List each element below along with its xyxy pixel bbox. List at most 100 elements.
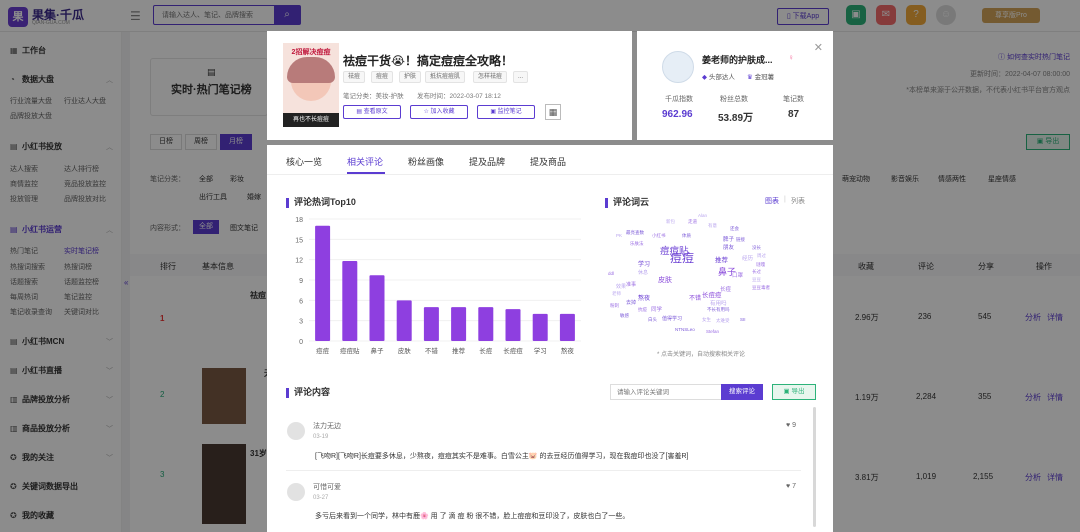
wordcloud-word[interactable]: 老师 — [612, 291, 621, 297]
note-thumbnail[interactable]: 2招解决痘痘 再也不长痘痘 — [283, 43, 339, 127]
view-original-button[interactable]: ▤ 查看原文 — [343, 105, 401, 119]
tab-comments[interactable]: 相关评论 — [347, 155, 383, 168]
author-avatar[interactable] — [662, 51, 694, 83]
add-favorite-button[interactable]: ☆ 加入收藏 — [410, 105, 468, 119]
comment-search-input[interactable] — [610, 384, 722, 400]
comment-search-button[interactable]: 搜索评论 — [721, 384, 763, 400]
tab-divider — [267, 174, 833, 175]
wordcloud-title-label: 评论词云 — [613, 197, 650, 207]
chart-bar — [505, 309, 521, 341]
wordcloud-word[interactable]: SII — [740, 317, 746, 322]
note-tag[interactable]: 痘痘 — [371, 71, 394, 83]
note-tag-more[interactable]: ... — [513, 71, 529, 83]
stat-label: 粉丝总数 — [720, 96, 748, 103]
wordcloud-word[interactable]: 效果 — [616, 283, 626, 290]
wordcloud-word[interactable]: 乐肤法 — [630, 241, 644, 247]
y-tick-label: 12 — [295, 258, 303, 265]
comment-avatar — [287, 483, 305, 501]
wordcloud-word[interactable]: 最亮查数 — [626, 230, 644, 236]
y-tick-label: 9 — [299, 278, 303, 285]
wordcloud-word[interactable]: 小红书 — [652, 233, 666, 239]
wordcloud-word[interactable]: NTNSLeo — [675, 327, 695, 332]
stat-label: 千瓜指数 — [665, 96, 693, 103]
wordcloud-word[interactable]: 白头 — [648, 317, 657, 323]
wordcloud-word[interactable]: 体质 — [682, 233, 691, 239]
x-tick-label: 痘痘贴 — [340, 346, 360, 355]
note-tag[interactable]: 护肤 — [399, 71, 422, 83]
wordcloud-word[interactable]: ddl — [608, 271, 614, 276]
comment-export-button[interactable]: ▣ 导出 — [772, 384, 816, 400]
note-tag[interactable]: 抵抗痘痘肌 — [425, 71, 466, 83]
wordcloud-word[interactable]: 长痘痘 — [702, 289, 722, 299]
wordcloud-word[interactable]: 有意 — [708, 223, 717, 229]
wordcloud-word[interactable]: 链接 — [736, 237, 745, 243]
wordcloud-word[interactable]: 豆豆 — [752, 277, 761, 283]
wordcloud-word[interactable]: 谜嘎 — [756, 262, 765, 268]
note-tag[interactable]: 祛痘 — [343, 71, 366, 83]
hotword-bar-chart: 0 3 6 9 12 15 18 痘痘 痘痘贴 鼻子 皮肤 不错 推荐 长痘 长痘痘 学习 熬夜 — [295, 217, 581, 355]
wordcloud-word[interactable]: 准事 — [626, 281, 636, 288]
wordcloud-word[interactable]: 粉刺 — [610, 303, 619, 309]
wordcloud-word[interactable]: 值得学习 — [662, 315, 682, 322]
wordcloud-word[interactable]: 不错 — [689, 293, 701, 302]
wordcloud-word[interactable]: 熬夜 — [638, 293, 650, 302]
wordcloud-word[interactable]: 痘痘贴 — [660, 243, 689, 257]
monitor-note-button[interactable]: ▣ 监控笔记 — [477, 105, 535, 119]
wordcloud-word[interactable]: 周过 — [757, 253, 766, 259]
wordcloud-word[interactable]: 还会 — [730, 226, 739, 232]
thumb-text-bottom: 再也不长痘痘 — [283, 113, 339, 127]
wordcloud-word[interactable]: 推荐 — [715, 254, 728, 264]
wordcloud-word[interactable]: 不长有用吗 — [707, 307, 730, 313]
tab-products[interactable]: 提及商品 — [530, 155, 566, 168]
author-name[interactable]: 姜老师的护肤成... — [702, 53, 773, 66]
stat-label: 笔记数 — [783, 96, 804, 103]
wordcloud-word[interactable]: 太难受 — [716, 318, 730, 324]
wordcloud-word[interactable]: 学习 — [638, 259, 650, 268]
wordcloud-word[interactable]: 脾子 — [723, 235, 734, 243]
view-list-toggle[interactable]: 列表 — [791, 196, 805, 206]
x-tick-label: 熬夜 — [561, 346, 575, 355]
comment-scrollbar[interactable] — [813, 407, 816, 527]
wordcloud-word[interactable]: 有用吗 — [710, 299, 727, 307]
comment-user[interactable]: 法力无边 — [313, 421, 341, 431]
wordcloud-word[interactable]: Alan — [698, 213, 707, 218]
view-chart-toggle[interactable]: 图表 — [765, 196, 779, 206]
wordcloud-word[interactable]: 新包 — [666, 219, 675, 225]
comment-user[interactable]: 可惜可爱 — [313, 482, 341, 492]
wordcloud-word[interactable]: PK — [616, 233, 622, 238]
stat-value: 53.89万 — [718, 113, 754, 124]
author-level-label: 头部达人 — [708, 74, 735, 81]
x-tick-label: 学习 — [534, 346, 547, 355]
excel-icon: ▣ — [783, 388, 790, 395]
wordcloud-word[interactable]: 经历 — [742, 254, 753, 262]
add-favorite-label: 加入收藏 — [430, 109, 455, 115]
title-accent — [286, 387, 289, 398]
wordcloud-word[interactable]: 长痘 — [720, 285, 731, 293]
tab-overview[interactable]: 核心一览 — [286, 155, 322, 168]
wordcloud-word[interactable]: 休息 — [638, 269, 648, 276]
wordcloud-word[interactable]: Stefan — [706, 329, 719, 334]
wordcloud-word[interactable]: 朋友 — [723, 243, 734, 251]
note-tag[interactable]: 怎样祛痘 — [473, 71, 508, 83]
wordcloud-word[interactable]: 去掉 — [626, 299, 636, 306]
comment-date: 03-19 — [313, 434, 329, 440]
qrcode-icon[interactable]: ▦ — [545, 104, 561, 120]
wordcloud-word[interactable]: 长过 — [752, 269, 761, 275]
title-accent — [605, 197, 608, 208]
wordcloud-word[interactable]: 抗痘 — [638, 307, 647, 313]
tab-brands[interactable]: 提及品牌 — [469, 155, 505, 168]
x-tick-label: 长痘 — [479, 346, 493, 355]
close-icon[interactable]: ✕ — [814, 41, 823, 54]
author-card: ✕ 姜老师的护肤成... ♀ ◆ 头部达人 ♛ 金冠薯 千瓜指数 962.96 … — [637, 31, 833, 140]
wordcloud-word[interactable]: 豆豆毒者 — [752, 285, 770, 291]
author-crown-label: 金冠薯 — [754, 74, 775, 81]
tab-fans[interactable]: 粉丝画像 — [408, 155, 444, 168]
comment-export-label: 导出 — [791, 388, 805, 395]
wordcloud-word[interactable]: 口罩 — [732, 271, 743, 279]
wordcloud-word[interactable]: 同学 — [651, 305, 662, 313]
wordcloud-word[interactable]: 敏感 — [620, 313, 629, 319]
wordcloud-word[interactable]: 女生 — [702, 317, 711, 323]
wordcloud-word[interactable]: 走道 — [688, 219, 697, 225]
wordcloud-word[interactable]: 没长 — [752, 245, 761, 251]
wordcloud-word[interactable]: 皮肤 — [658, 275, 672, 285]
